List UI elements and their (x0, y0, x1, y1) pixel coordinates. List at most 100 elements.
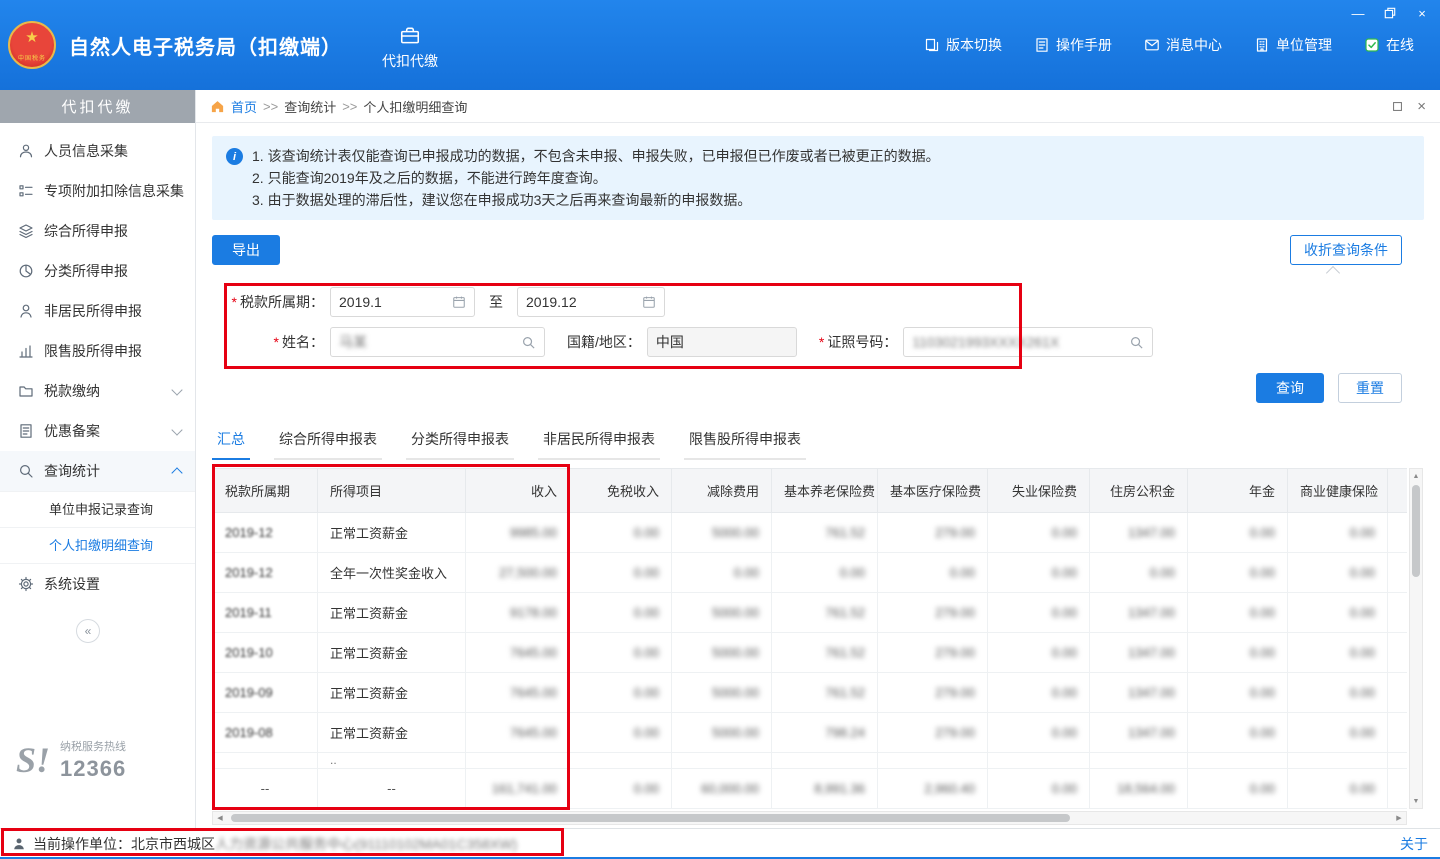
menu-label: 税款缴纳 (44, 381, 100, 401)
breadcrumb-home[interactable]: 首页 (231, 97, 257, 116)
close-icon[interactable]: × (1414, 5, 1430, 21)
menu-label: 查询统计 (44, 461, 100, 481)
calendar-icon[interactable] (452, 295, 466, 309)
name-field (330, 327, 545, 357)
current-unit-clear: 北京市西城区 (131, 834, 215, 854)
nationality-field (647, 327, 797, 357)
breadcrumb-separator: >> (263, 99, 278, 114)
breadcrumb-level1: 查询统计 (284, 97, 336, 116)
required-mark: * (274, 334, 279, 350)
person-outline-icon (18, 303, 34, 319)
id-number-input[interactable] (912, 334, 1125, 350)
vertical-scrollbar[interactable]: ▲ ▼ (1409, 468, 1423, 809)
sidebar-item-nonresident-income[interactable]: 非居民所得申报 (0, 291, 195, 331)
tab-summary[interactable]: 汇总 (212, 423, 250, 460)
tabs: 汇总综合所得申报表分类所得申报表非居民所得申报表限售股所得申报表 (212, 423, 1424, 460)
module-tab-label: 代扣代缴 (382, 51, 438, 71)
column-header: 失业保险费 (988, 469, 1090, 513)
tab-classified[interactable]: 分类所得申报表 (406, 423, 514, 460)
sidebar-item-preferential-filing[interactable]: 优惠备案 (0, 411, 195, 451)
table-row: 2019-08正常工资薪金7645.000.005000.00798.24279… (213, 713, 1408, 753)
scroll-down-icon[interactable]: ▼ (1409, 794, 1423, 808)
horizontal-scrollbar[interactable]: ◀ ▶ (212, 811, 1407, 825)
table-row: 2019-11正常工资薪金9178.000.005000.00761.52279… (213, 593, 1408, 633)
name-label: *姓名： (212, 332, 324, 352)
tax-emblem-logo: ★ 中国税务 (8, 21, 56, 69)
scroll-up-icon[interactable]: ▲ (1409, 469, 1423, 483)
scroll-left-icon[interactable]: ◀ (213, 811, 227, 825)
topnav-manual[interactable]: 操作手册 (1034, 35, 1112, 55)
window-controls: — × (1350, 5, 1430, 21)
hscroll-thumb[interactable] (231, 814, 1070, 822)
topnav-org-management[interactable]: 单位管理 (1254, 35, 1332, 55)
minimize-icon[interactable]: — (1350, 5, 1366, 21)
tab-restricted[interactable]: 限售股所得申报表 (684, 423, 806, 460)
table-zone: 税款所属期所得项目收入免税收入减除费用基本养老保险费基本医疗保险费失业保险费住房… (212, 468, 1424, 809)
home-icon (210, 99, 225, 114)
column-header: 年金 (1188, 469, 1288, 513)
pie-icon (18, 263, 34, 279)
period-end-field (517, 287, 665, 317)
scroll-right-icon[interactable]: ▶ (1392, 811, 1406, 825)
breadcrumb-level2: 个人扣缴明细查询 (363, 97, 467, 116)
chevron-down-icon (171, 424, 182, 435)
topnav-label: 在线 (1386, 35, 1414, 55)
menu-label: 分类所得申报 (44, 261, 128, 281)
topnav-label: 消息中心 (1166, 35, 1222, 55)
required-mark: * (819, 334, 824, 350)
sidebar-item-query-statistics[interactable]: 查询统计 (0, 451, 195, 491)
column-header: 基本医疗保险费 (878, 469, 988, 513)
sidebar-item-tax-payment[interactable]: 税款缴纳 (0, 371, 195, 411)
gear-icon (18, 576, 34, 592)
app-title: 自然人电子税务局（扣缴端） (69, 31, 342, 60)
column-header: 所得项目 (318, 469, 466, 513)
sidebar-item-special-deduction[interactable]: 专项附加扣除信息采集 (0, 171, 195, 211)
export-button[interactable]: 导出 (212, 235, 280, 265)
briefcase-icon (399, 25, 421, 47)
panel-close-icon[interactable]: × (1417, 99, 1426, 114)
sidebar-item-person-info[interactable]: 人员信息采集 (0, 131, 195, 171)
column-header: 基本养老保险费 (772, 469, 878, 513)
nationality-input[interactable] (656, 334, 788, 350)
top-header: — × ★ 中国税务 自然人电子税务局（扣缴端） 代扣代缴 版本切换 操作手册 消息… (0, 0, 1440, 90)
menu-label: 非居民所得申报 (44, 301, 142, 321)
period-start-input[interactable] (339, 294, 448, 310)
topnav-message-center[interactable]: 消息中心 (1144, 35, 1222, 55)
menu-label: 优惠备案 (44, 421, 100, 441)
table-row: 2019-09正常工资薪金7645.000.005000.00761.52279… (213, 673, 1408, 713)
panel-restore-icon[interactable] (1392, 101, 1403, 112)
detail-table: 税款所属期所得项目收入免税收入减除费用基本养老保险费基本医疗保险费失业保险费住房… (212, 468, 1407, 809)
reset-button[interactable]: 重置 (1338, 373, 1402, 403)
tab-nonresident[interactable]: 非居民所得申报表 (538, 423, 660, 460)
sidebar-collapse-button[interactable]: « (76, 619, 100, 643)
calendar-icon[interactable] (642, 295, 656, 309)
column-header: 税 (1388, 469, 1408, 513)
sidebar-item-system-settings[interactable]: 系统设置 (0, 563, 195, 603)
sidebar-item-comprehensive-income[interactable]: 综合所得申报 (0, 211, 195, 251)
layers-icon (18, 223, 34, 239)
period-end-input[interactable] (526, 294, 638, 310)
collapse-query-button[interactable]: 收折查询条件 (1290, 235, 1402, 265)
chevron-up-icon (171, 467, 182, 478)
topnav-label: 版本切换 (946, 35, 1002, 55)
hotline-phone-icon: S! (16, 744, 50, 776)
current-unit-blurred: 人力资源公共服务中心(91110102MA01C358XW) (215, 834, 517, 854)
tab-comprehensive[interactable]: 综合所得申报表 (274, 423, 382, 460)
table-row: 2019-12全年一次性奖金收入27,500.000.000.000.000.0… (213, 553, 1408, 593)
module-tab-withholding[interactable]: 代扣代缴 (382, 19, 438, 71)
about-link[interactable]: 关于 (1400, 834, 1428, 854)
search-icon (18, 463, 34, 479)
sidebar-item-classified-income[interactable]: 分类所得申报 (0, 251, 195, 291)
restore-icon[interactable] (1382, 5, 1398, 21)
name-input[interactable] (339, 334, 517, 350)
topnav-version-switch[interactable]: 版本切换 (924, 35, 1002, 55)
sidebar-subitem-personal-detail-query[interactable]: 个人扣缴明细查询 (0, 527, 195, 563)
vscroll-thumb[interactable] (1412, 485, 1420, 577)
query-button[interactable]: 查询 (1256, 373, 1324, 403)
sidebar-subitem-unit-report-query[interactable]: 单位申报记录查询 (0, 491, 195, 527)
search-icon[interactable] (521, 335, 536, 350)
table-header-row: 税款所属期所得项目收入免税收入减除费用基本养老保险费基本医疗保险费失业保险费住房… (213, 469, 1408, 513)
sidebar-item-restricted-stock[interactable]: 限售股所得申报 (0, 331, 195, 371)
search-icon[interactable] (1129, 335, 1144, 350)
topnav-online[interactable]: 在线 (1364, 35, 1414, 55)
